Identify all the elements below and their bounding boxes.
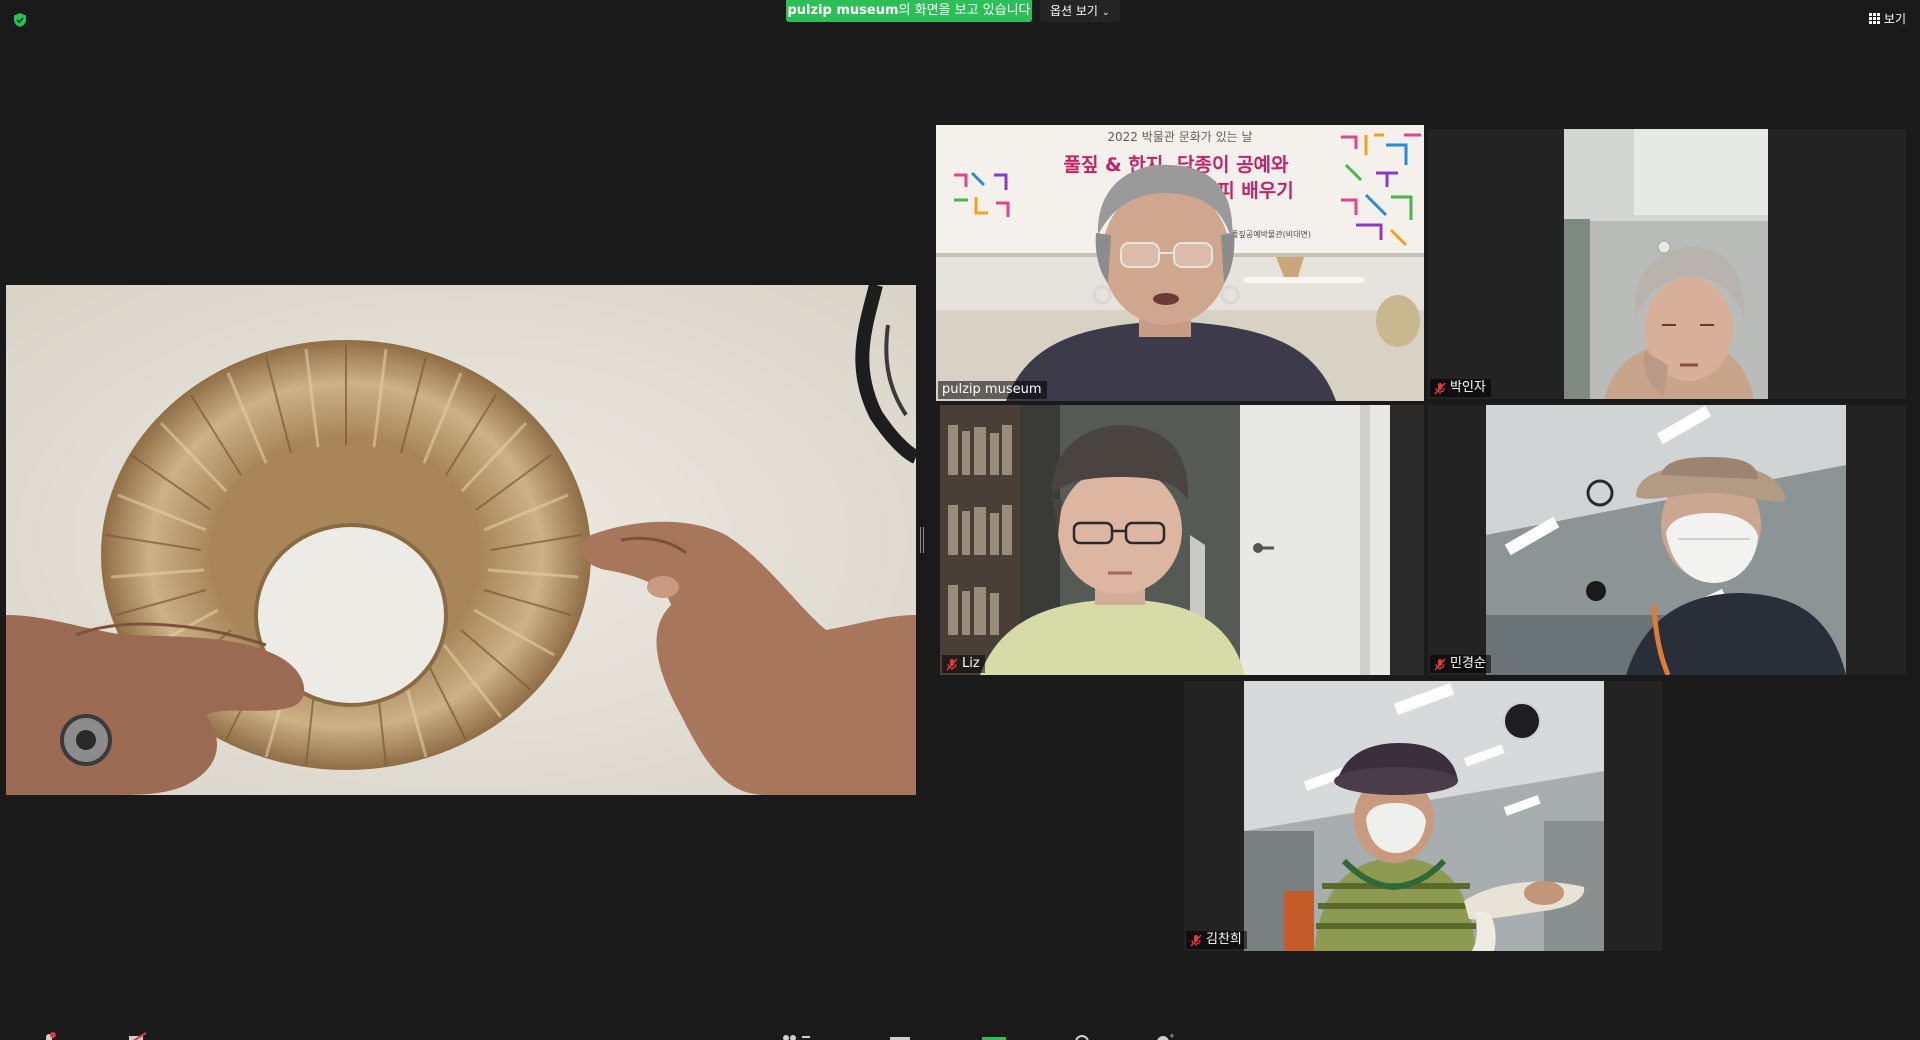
view-options-label: 옵션 보기 xyxy=(1050,4,1098,18)
view-layout-button[interactable]: 보기 xyxy=(1868,10,1906,28)
zoom-meeting-window: pulzip museum의 화면을 보고 있습니다 옵션 보기 ⌄ 보기 20… xyxy=(0,0,1920,1040)
participant-name: 김찬희 xyxy=(1206,932,1242,947)
participant-name-tag: Liz xyxy=(942,655,985,673)
record-icon[interactable] xyxy=(1072,1032,1092,1040)
presenter-name: pulzip museum xyxy=(787,3,899,18)
view-button-label: 보기 xyxy=(1883,12,1906,26)
share-screen-icon[interactable] xyxy=(982,1032,1006,1040)
resize-handle-icon[interactable] xyxy=(919,527,925,553)
shared-screen[interactable] xyxy=(6,285,916,795)
participant-name: 민경순 xyxy=(1450,656,1486,671)
more-icon[interactable] xyxy=(1234,1032,1254,1040)
participant-video-frame xyxy=(1244,681,1604,951)
svg-text:+: + xyxy=(1169,1032,1174,1040)
chevron-down-icon: ⌄ xyxy=(1101,8,1110,18)
microphone-muted-icon xyxy=(946,657,958,671)
participant-video xyxy=(1486,405,1846,675)
participant-tile-min-gyeongsun[interactable]: 민경순 xyxy=(1428,405,1906,675)
participant-tile-park-inja[interactable]: 박인자 xyxy=(1428,129,1906,399)
participant-name: 박인자 xyxy=(1450,380,1486,395)
participant-video-frame xyxy=(1564,129,1768,399)
video-off-icon[interactable] xyxy=(128,1032,150,1040)
grid-icon xyxy=(1868,13,1880,24)
participant-video xyxy=(940,405,1424,675)
participant-video-frame xyxy=(1486,405,1846,675)
top-bar: pulzip museum의 화면을 보고 있습니다 옵션 보기 ⌄ 보기 xyxy=(0,0,1920,28)
participant-name: pulzip museum xyxy=(942,382,1042,397)
meeting-toolbar: + xyxy=(0,1028,1920,1040)
sharing-banner-suffix: 의 화면을 보고 있습니다 xyxy=(898,3,1031,18)
participant-name-tag: 김찬희 xyxy=(1186,931,1247,949)
participant-name-tag: 박인자 xyxy=(1430,379,1491,397)
participant-video xyxy=(1564,129,1768,399)
presenter-video-frame: 2022 박물관 문화가 있는 날 풀짚 & 한지, 닥종이 공예와 그래피 배… xyxy=(936,125,1424,401)
participant-video: 2022 박물관 문화가 있는 날 풀짚 & 한지, 닥종이 공예와 그래피 배… xyxy=(936,125,1424,401)
participant-name: Liz xyxy=(962,656,980,671)
microphone-muted-icon xyxy=(1190,933,1202,947)
participant-video xyxy=(1244,681,1604,951)
shield-check-icon[interactable] xyxy=(12,12,28,28)
participant-video-frame xyxy=(940,405,1424,675)
poster-header: 2022 박물관 문화가 있는 날 xyxy=(1107,130,1252,144)
screen-sharing-banner: pulzip museum의 화면을 보고 있습니다 xyxy=(786,0,1032,22)
microphone-muted-icon xyxy=(1434,657,1446,671)
participant-tile-liz[interactable]: Liz xyxy=(940,405,1424,675)
reactions-icon[interactable]: + xyxy=(1154,1032,1174,1040)
view-options-button[interactable]: 옵션 보기 ⌄ xyxy=(1040,0,1120,22)
participant-tile-pulzip-museum[interactable]: 2022 박물관 문화가 있는 날 풀짚 & 한지, 닥종이 공예와 그래피 배… xyxy=(936,125,1424,401)
participant-name-tag: 민경순 xyxy=(1430,655,1491,673)
participant-name-tag: pulzip museum xyxy=(938,381,1047,399)
audio-icon[interactable] xyxy=(42,1032,58,1040)
participant-tile-kim-chanhee[interactable]: 김찬희 xyxy=(1184,681,1662,951)
microphone-muted-icon xyxy=(1434,381,1446,395)
straw-weaving-video xyxy=(6,285,916,795)
chat-icon[interactable] xyxy=(890,1032,910,1040)
participants-icon[interactable] xyxy=(780,1032,820,1040)
